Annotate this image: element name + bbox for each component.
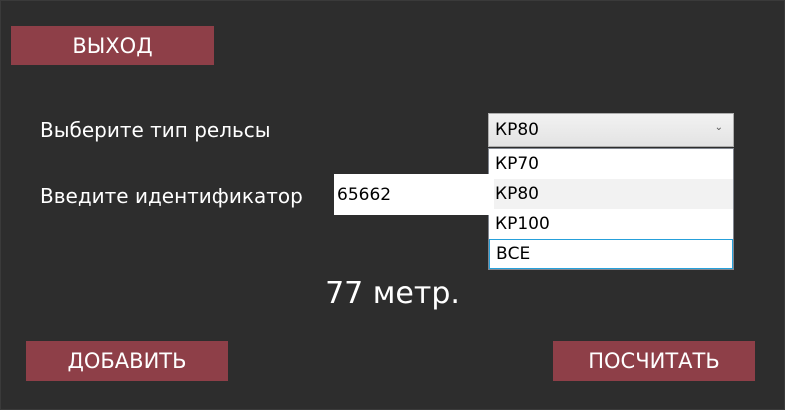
dropdown-option-kr80[interactable]: КР80 (489, 179, 733, 209)
dropdown-option-all[interactable]: ВСЕ (489, 239, 733, 269)
combobox-selected-value: КР80 (495, 120, 539, 140)
calculate-button[interactable]: ПОСЧИТАТЬ (553, 341, 755, 381)
rail-type-combobox[interactable]: КР80 ⌄ (488, 113, 734, 147)
result-text: 77 метр. (325, 276, 460, 311)
dropdown-option-kr70[interactable]: КР70 (489, 149, 733, 179)
rail-type-label: Выберите тип рельсы (40, 118, 271, 142)
add-button[interactable]: ДОБАВИТЬ (26, 341, 228, 381)
chevron-down-icon[interactable]: ⌄ (715, 122, 723, 133)
identifier-label: Введите идентификатор (40, 184, 303, 208)
dropdown-option-kr100[interactable]: КР100 (489, 209, 733, 239)
identifier-input[interactable] (334, 174, 494, 215)
exit-button[interactable]: ВЫХОД (11, 26, 214, 65)
rail-type-dropdown-list: КР70 КР80 КР100 ВСЕ (488, 148, 734, 270)
